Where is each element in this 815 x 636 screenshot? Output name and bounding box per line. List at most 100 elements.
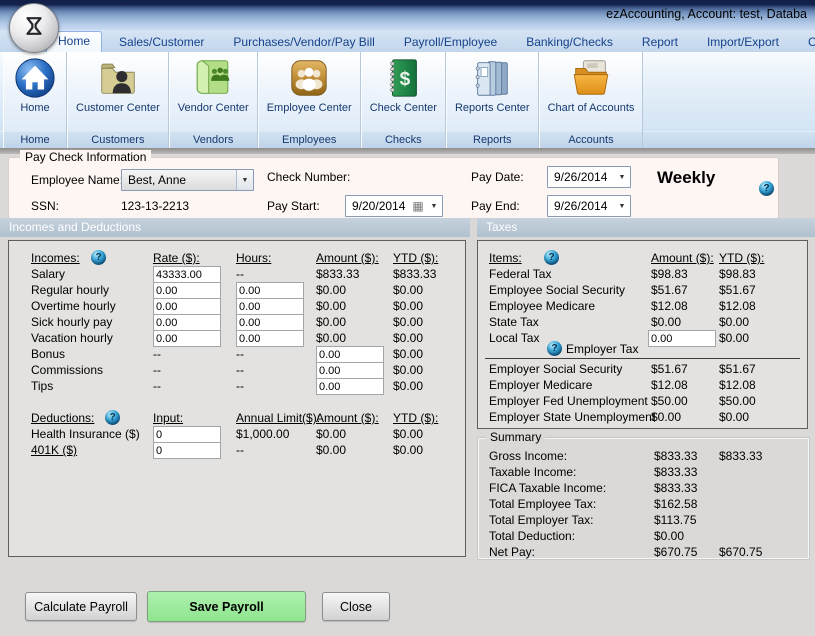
hours-input[interactable]: [236, 330, 304, 347]
summary-label: Taxable Income:: [489, 465, 576, 479]
tab-purchases-vendor-pay-bill[interactable]: Purchases/Vendor/Pay Bill: [221, 32, 386, 52]
tax-amount-value: $51.67: [651, 283, 688, 297]
toolbar-button-reports-center[interactable]: Reports Center: [447, 52, 538, 131]
help-globe-icon[interactable]: ?: [91, 250, 106, 265]
tax-label: Employee Social Security: [489, 283, 625, 297]
title-bar: ezAccounting, Account: test, Databa: [0, 0, 815, 30]
tax-label: Federal Tax: [489, 267, 551, 281]
rate-input[interactable]: [153, 298, 221, 315]
pay-end-select[interactable]: 9/26/2014 ▼: [547, 195, 631, 217]
toolbar-cell-reports-center: Reports CenterReports: [446, 52, 539, 148]
group-label-vendors: Vendors: [170, 131, 257, 148]
calendar-icon: ▦: [410, 199, 426, 213]
toolbar-cell-employee-center: Employee CenterEmployees: [258, 52, 361, 148]
tax-amount-value: $0.00: [651, 315, 681, 329]
vendor-center-icon: [190, 56, 236, 100]
toolbar-button-vendor-center[interactable]: Vendor Center: [170, 52, 257, 131]
incomes-section-header: Incomes and Deductions: [0, 218, 470, 237]
income-row-salary: Salary--$833.33$833.33: [9, 266, 465, 282]
summary-amount-value: $162.58: [654, 497, 697, 511]
toolbar-button-employee-center[interactable]: Employee Center: [259, 52, 360, 131]
hours-input[interactable]: [236, 282, 304, 299]
toolbar-button-label: Home: [20, 102, 49, 114]
toolbar-button-chart-of-accounts[interactable]: Chart of Accounts: [540, 52, 643, 131]
pay-end-label: Pay End:: [471, 199, 520, 213]
tax-amount-input[interactable]: [648, 330, 716, 347]
tab-report[interactable]: Report: [630, 32, 690, 52]
deduction-input[interactable]: [153, 426, 221, 443]
tax-ytd-value: $98.83: [719, 267, 756, 281]
tax-amount-value: $51.67: [651, 362, 688, 376]
amount-value: $0.00: [316, 427, 346, 441]
ytd-value: $833.33: [393, 267, 436, 281]
amount-input[interactable]: [316, 378, 384, 395]
rate-input[interactable]: [153, 314, 221, 331]
ssn-value: 123-13-2213: [121, 199, 189, 213]
tab-sales-customer[interactable]: Sales/Customer: [107, 32, 216, 52]
deduction-label: Health Insurance ($): [31, 427, 140, 441]
summary-amount-value: $670.75: [654, 545, 697, 559]
amount-value: $0.00: [316, 299, 346, 313]
summary-amount-value: $833.33: [654, 449, 697, 463]
income-row-vacation-hourly: Vacation hourly$0.00$0.00: [9, 330, 465, 346]
pay-date-select[interactable]: 9/26/2014 ▼: [547, 166, 631, 188]
amount-input[interactable]: [316, 362, 384, 379]
summary-groupbox: Summary Gross Income:$833.33$833.33Taxab…: [477, 437, 810, 560]
reports-center-icon: [469, 56, 515, 100]
toolbar-button-customer-center[interactable]: Customer Center: [68, 52, 168, 131]
hours-value: --: [236, 267, 244, 281]
close-button[interactable]: Close: [322, 592, 390, 621]
summary-label: FICA Taxable Income:: [489, 481, 606, 495]
income-label: Commissions: [31, 363, 103, 377]
income-row-regular-hourly: Regular hourly$0.00$0.00: [9, 282, 465, 298]
tax-ytd-value: $0.00: [719, 315, 749, 329]
summary-row-total-deduction: Total Deduction:$0.00: [478, 528, 809, 544]
save-payroll-button[interactable]: Save Payroll: [147, 591, 306, 622]
app-logo-orb-button[interactable]: [9, 3, 59, 53]
amount-value: $833.33: [316, 267, 359, 281]
ssn-label: SSN:: [31, 199, 59, 213]
chevron-down-icon: ▼: [614, 167, 630, 187]
income-row-tips: Tips----$0.00: [9, 378, 465, 394]
tab-banking-checks[interactable]: Banking/Checks: [514, 32, 625, 52]
help-globe-icon[interactable]: ?: [544, 250, 559, 265]
tab-payroll-employee[interactable]: Payroll/Employee: [392, 32, 509, 52]
summary-title: Summary: [486, 430, 545, 444]
help-globe-icon[interactable]: ?: [759, 181, 774, 196]
deduction-input[interactable]: [153, 442, 221, 459]
ytd-column-header: YTD ($):: [393, 411, 438, 425]
toolbar-cell-vendor-center: Vendor CenterVendors: [169, 52, 258, 148]
rate-input[interactable]: [153, 266, 221, 283]
hours-input[interactable]: [236, 298, 304, 315]
pay-end-value: 9/26/2014: [548, 199, 614, 213]
tab-import-export[interactable]: Import/Export: [695, 32, 791, 52]
chevron-down-icon: ▼: [426, 196, 442, 216]
home-icon: [12, 56, 58, 100]
deduction-label: 401K ($): [31, 443, 77, 457]
toolbar-button-home[interactable]: Home: [4, 52, 66, 131]
tab-company[interactable]: Company: [796, 32, 815, 52]
tax-label: Employer Medicare: [489, 378, 592, 392]
window-title: ezAccounting, Account: test, Databa: [606, 7, 807, 21]
tax-ytd-value: $12.08: [719, 299, 756, 313]
tax-label: State Tax: [489, 315, 539, 329]
rate-value: --: [153, 347, 161, 361]
summary-label: Gross Income:: [489, 449, 567, 463]
ytd-value: $0.00: [393, 363, 423, 377]
toolbar-button-check-center[interactable]: $Check Center: [362, 52, 445, 131]
amount-value: $0.00: [316, 331, 346, 345]
annual-limit-column-header: Annual Limit($):: [236, 411, 320, 425]
tax-ytd-value: $0.00: [719, 331, 749, 345]
employee-name-select[interactable]: Best, Anne ▼: [121, 169, 254, 191]
employee-name-value: Best, Anne: [122, 173, 236, 187]
employee-center-icon: [286, 56, 332, 100]
pay-start-datepicker[interactable]: 9/20/2014 ▦ ▼: [345, 195, 443, 217]
calculate-payroll-button[interactable]: Calculate Payroll: [25, 592, 137, 621]
help-globe-icon[interactable]: ?: [105, 410, 120, 425]
paycheck-section-title: Pay Check Information: [20, 150, 151, 164]
amount-input[interactable]: [316, 346, 384, 363]
income-label: Vacation hourly: [31, 331, 113, 345]
rate-input[interactable]: [153, 282, 221, 299]
hours-input[interactable]: [236, 314, 304, 331]
rate-input[interactable]: [153, 330, 221, 347]
